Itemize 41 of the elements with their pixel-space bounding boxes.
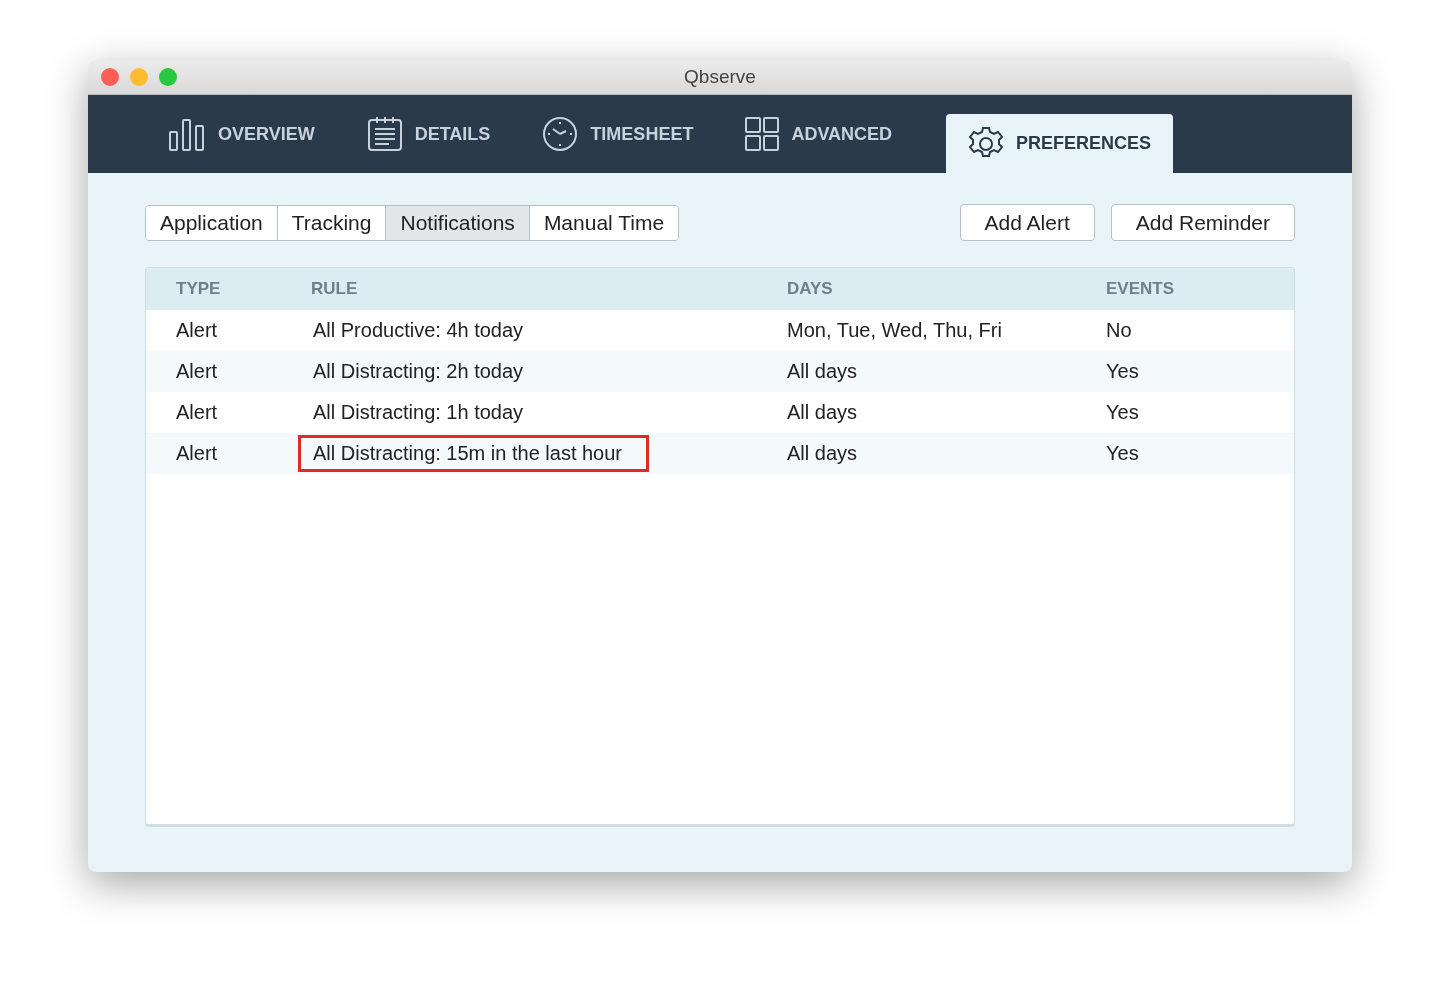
table-cell-text: All days [787, 360, 859, 383]
table-cell-text: Mon, Tue, Wed, Thu, Fri [787, 319, 1003, 342]
add-button[interactable]: Add Alert [959, 204, 1095, 241]
settings-tab[interactable]: Manual Time [528, 205, 679, 240]
table-cell-text: All days [787, 401, 859, 424]
table-cell-text: Yes [1106, 401, 1140, 424]
window-title: Qbserve [684, 66, 756, 88]
table-cell-text: Alert [176, 360, 219, 383]
table-row[interactable]: Alert All Distracting: 2h today All days Yes [146, 351, 1294, 392]
add-button[interactable]: Add Reminder [1110, 204, 1295, 241]
table-row[interactable]: Alert All Productive: 4h today Mon, Tue, Wed, Thu, Fri No [146, 310, 1294, 351]
table-cell-text: Yes [1106, 360, 1140, 383]
table-cell-text: Yes [1106, 442, 1140, 465]
zoom-button[interactable] [159, 68, 177, 86]
table-cell-text: Alert [176, 442, 219, 465]
bar-chart-icon [168, 116, 206, 152]
column-header: EVENTS [1106, 279, 1176, 299]
table-cell-text: No [1106, 319, 1133, 342]
close-button[interactable] [101, 68, 119, 86]
table-cell-text: Alert [176, 319, 219, 342]
table-cell-text: All days [787, 442, 859, 465]
table-row[interactable]: Alert All Distracting: 15m in the last hour All days Yes [146, 433, 1294, 474]
nav-tab[interactable]: ADVANCED [731, 95, 907, 173]
minimize-button[interactable] [130, 68, 148, 86]
column-header: RULE [311, 279, 359, 299]
nav-tab[interactable]: PREFERENCES [946, 114, 1174, 173]
highlighted-cell: All Distracting: 15m in the last hour [298, 435, 650, 472]
table-cell-text: Alert [176, 401, 219, 424]
column-header: DAYS [787, 279, 834, 299]
document-list-icon [366, 116, 403, 152]
grid-icon [745, 117, 780, 151]
nav-tab[interactable]: TIMESHEET [528, 95, 708, 173]
clock-icon [542, 116, 579, 152]
settings-tab[interactable]: Notifications [385, 205, 529, 240]
table-cell-text: All Productive: 4h today [312, 318, 525, 343]
table-cell-text: All Distracting: 1h today [312, 400, 525, 425]
nav-tab[interactable]: OVERVIEW [154, 95, 329, 173]
table-row[interactable]: Alert All Distracting: 1h today All days Yes [146, 392, 1294, 433]
column-header: TYPE [176, 279, 222, 299]
table-cell-text: All Distracting: 2h today [312, 359, 525, 384]
nav-tab[interactable]: DETAILS [352, 95, 505, 173]
